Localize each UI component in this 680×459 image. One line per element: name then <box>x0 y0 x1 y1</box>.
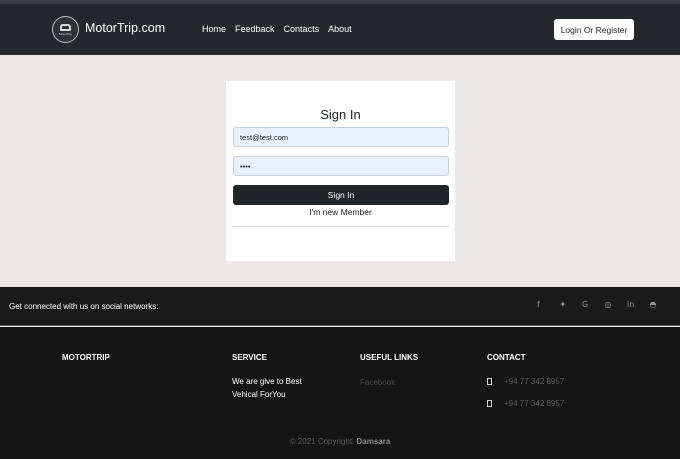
nav-menu: Home Feedback Contacts About <box>202 24 361 34</box>
twitter-icon[interactable]: ✦ <box>560 300 583 309</box>
nav-home[interactable]: Home <box>202 24 226 34</box>
copyright-prefix: © 2021 Copyright: <box>289 437 355 446</box>
contact-phone-1: +94 77 342 8957 <box>487 377 564 386</box>
linkedin-icon[interactable]: in <box>627 300 650 309</box>
navbar: MotorTrip MotorTrip.com Home Feedback Co… <box>0 4 680 55</box>
facebook-icon[interactable]: f <box>537 300 560 309</box>
social-bar: Get connected with us on social networks… <box>0 287 680 326</box>
useful-links-heading: USEFUL LINKS <box>360 353 419 362</box>
service-text-1: We are give to Best <box>232 377 302 386</box>
signin-button[interactable]: Sign In <box>233 185 449 205</box>
nav-about[interactable]: About <box>328 24 352 34</box>
instagram-icon[interactable]: ◎ <box>605 300 628 309</box>
footer: MOTORTRIP SERVICE We are give to Best Ve… <box>0 327 680 459</box>
social-icons: f ✦ G ◎ in ◓ <box>537 300 672 309</box>
contact-heading: CONTACT <box>487 353 526 362</box>
nav-feedback[interactable]: Feedback <box>235 24 275 34</box>
login-register-button[interactable]: Login Or Register <box>554 19 634 40</box>
logo[interactable]: MotorTrip <box>52 16 79 43</box>
signin-title: Sign In <box>320 107 361 122</box>
signin-card: Sign In test@test.com •••• Sign In I'm n… <box>226 81 455 261</box>
phone-icon <box>487 378 492 385</box>
new-member-link[interactable]: I'm new Member <box>226 207 455 217</box>
google-icon[interactable]: G <box>582 300 605 309</box>
social-text: Get connected with us on social networks… <box>9 302 159 311</box>
brand-name[interactable]: MotorTrip.com <box>85 21 165 35</box>
copyright-name[interactable]: Damsara <box>357 437 391 446</box>
contact-phone-2: +94 77 342 8957 <box>487 399 564 408</box>
nav-contacts[interactable]: Contacts <box>284 24 320 34</box>
divider <box>233 226 449 227</box>
car-icon <box>60 24 71 31</box>
email-field[interactable]: test@test.com <box>233 127 449 147</box>
phone-icon <box>487 400 492 407</box>
github-icon[interactable]: ◓ <box>650 300 673 309</box>
copyright: © 2021 Copyright: Damsara <box>0 437 680 446</box>
service-text-2: Vehical ForYou <box>232 389 286 399</box>
service-heading: SERVICE <box>232 353 267 362</box>
facebook-link[interactable]: Facebook <box>360 378 395 387</box>
password-field[interactable]: •••• <box>233 156 449 176</box>
phone-text: +94 77 342 8957 <box>504 377 565 386</box>
phone-text: +94 77 342 8957 <box>504 399 565 408</box>
logo-text: MotorTrip <box>59 32 72 36</box>
motortrip-heading: MOTORTRIP <box>62 353 110 362</box>
